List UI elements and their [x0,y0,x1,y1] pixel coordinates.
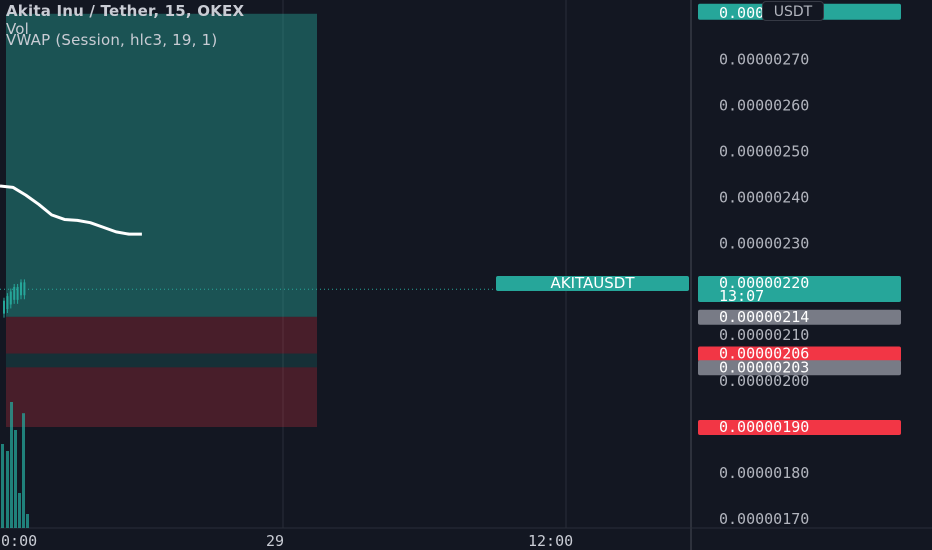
price-axis-tick: 0.00000230 [719,234,809,252]
price-axis-tick: 0.00000180 [719,464,809,482]
time-label-2: 12:00 [528,532,574,550]
vwap-legend[interactable]: VWAP (Session, hlc3, 19, 1) [6,31,217,49]
price-axis-tick: 0.00000240 [719,188,809,206]
candle-body [3,300,5,314]
price-axis-tick: 0.00000250 [719,143,809,161]
time-label-1: 29 [266,532,285,550]
position-zone-stop [6,316,317,354]
candle-body [13,286,16,300]
volume-bar [6,451,9,528]
level-badge-label: 0.00000203 [719,358,809,376]
time-label-0: 00:00 [0,532,38,550]
symbol-legend-title[interactable]: Akita Inu / Tether, 15, OKEX [6,2,244,20]
current-price-badge: 0.00000220 13:07 [698,276,901,304]
price-axis-tick: 0.00000170 [719,510,809,528]
position-zone-stop2 [6,367,317,427]
position-zone-target [6,13,317,317]
price-axis-tick: 0.00000210 [719,326,809,344]
price-axis-tick: 0.00000260 [719,97,809,115]
position-zone-gap [6,353,317,368]
volume-bar [14,430,17,528]
volume-bar [18,493,21,528]
candle-body [6,296,9,310]
candle-body [9,291,12,305]
volume-bar [22,413,25,528]
level-badge-label: 0.00000190 [719,418,809,436]
volume-bar [1,444,4,528]
currency-button[interactable]: USDT [762,1,824,21]
level-badge-label: 0.00000214 [719,308,809,326]
symbol-price-badge: AKITAUSDT [496,276,689,291]
volume-bar [10,402,13,528]
price-axis-tick: 0.00000270 [719,51,809,69]
volume-bar [26,514,29,528]
